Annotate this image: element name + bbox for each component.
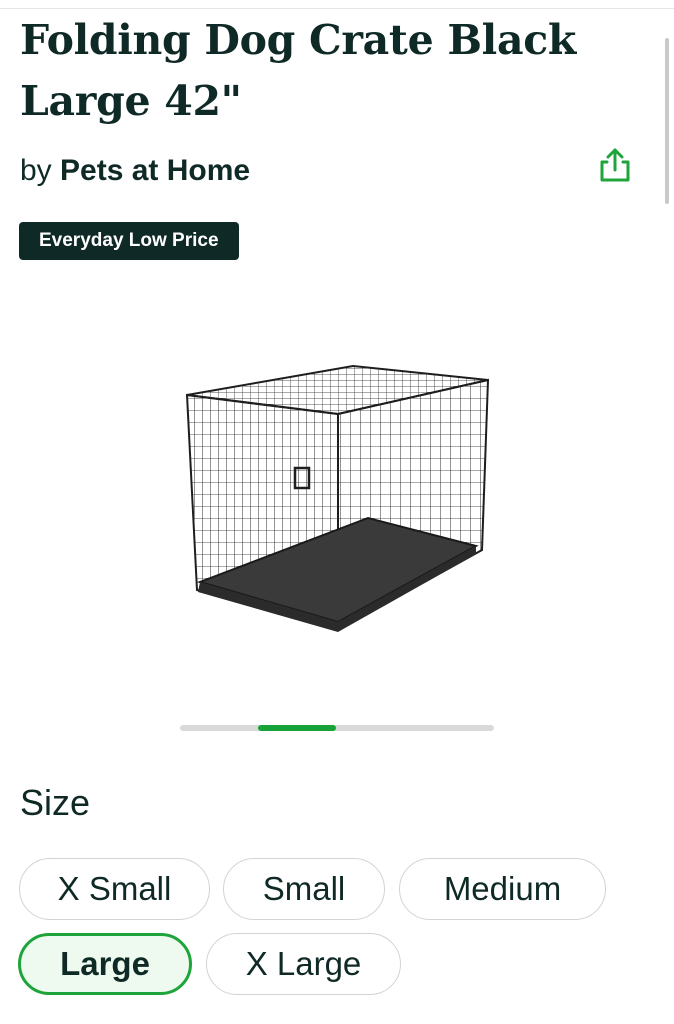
byline-prefix: by	[20, 154, 52, 187]
size-option-x-small[interactable]: X Small	[19, 858, 210, 920]
page-scrollbar[interactable]	[665, 38, 669, 204]
brand-link[interactable]: Pets at Home	[60, 154, 250, 187]
top-divider	[0, 8, 674, 9]
size-option-small[interactable]: Small	[223, 858, 385, 920]
share-icon	[600, 148, 630, 182]
share-button[interactable]	[592, 142, 638, 188]
size-option-medium[interactable]: Medium	[399, 858, 606, 920]
carousel-active-indicator	[258, 725, 336, 731]
product-title: Folding Dog Crate Black Large 42"	[20, 16, 576, 125]
size-option-x-large[interactable]: X Large	[206, 933, 401, 995]
product-image[interactable]	[170, 350, 500, 640]
product-byline: by Pets at Home	[20, 150, 250, 192]
image-carousel-indicator[interactable]	[180, 725, 494, 731]
size-option-large-selected[interactable]: Large	[18, 933, 192, 995]
size-heading: Size	[20, 782, 91, 823]
everyday-low-price-badge: Everyday Low Price	[19, 222, 239, 260]
